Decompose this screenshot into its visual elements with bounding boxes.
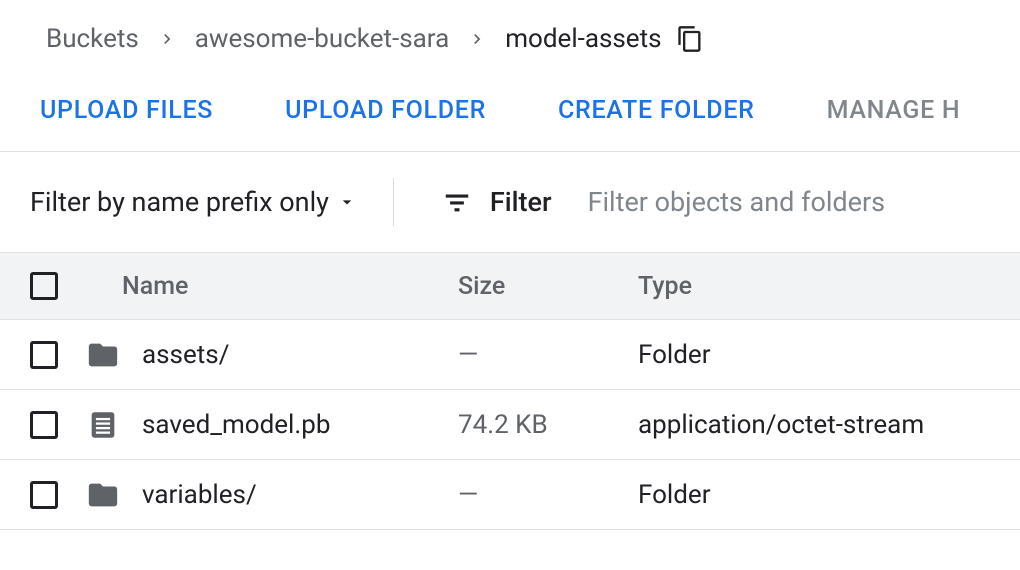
filter-prefix-dropdown[interactable]: Filter by name prefix only bbox=[30, 186, 357, 218]
table-header: Name Size Type bbox=[0, 252, 1020, 320]
upload-files-button[interactable]: UPLOAD FILES bbox=[40, 96, 213, 125]
breadcrumb-root[interactable]: Buckets bbox=[46, 24, 139, 54]
chevron-right-icon bbox=[467, 29, 487, 49]
vertical-divider bbox=[393, 178, 394, 226]
table-row[interactable]: variables/ — Folder bbox=[0, 460, 1020, 530]
filter-icon bbox=[442, 187, 472, 217]
filter-bar: Filter by name prefix only Filter bbox=[0, 152, 1020, 252]
item-size: — bbox=[458, 480, 638, 510]
folder-icon bbox=[86, 478, 120, 512]
select-all-checkbox[interactable] bbox=[30, 272, 58, 300]
column-header-name[interactable]: Name bbox=[86, 272, 458, 301]
objects-table: Name Size Type assets/ — Folder saved_mo… bbox=[0, 252, 1020, 530]
item-size: 74.2 KB bbox=[458, 410, 638, 440]
item-size: — bbox=[458, 340, 638, 370]
column-header-size[interactable]: Size bbox=[458, 272, 638, 301]
filter-input[interactable] bbox=[588, 186, 948, 218]
item-name[interactable]: saved_model.pb bbox=[142, 410, 330, 440]
file-icon bbox=[86, 408, 120, 442]
table-row[interactable]: saved_model.pb 74.2 KB application/octet… bbox=[0, 390, 1020, 460]
filter-prefix-label: Filter by name prefix only bbox=[30, 186, 329, 218]
table-row[interactable]: assets/ — Folder bbox=[0, 320, 1020, 390]
breadcrumb-bucket[interactable]: awesome-bucket-sara bbox=[195, 24, 449, 54]
folder-icon bbox=[86, 338, 120, 372]
filter-control[interactable]: Filter bbox=[442, 186, 552, 218]
dropdown-arrow-icon bbox=[337, 192, 357, 212]
manage-holds-button[interactable]: MANAGE H bbox=[827, 96, 961, 125]
action-toolbar: UPLOAD FILES UPLOAD FOLDER CREATE FOLDER… bbox=[0, 78, 1020, 151]
row-checkbox[interactable] bbox=[30, 411, 58, 439]
breadcrumb: Buckets awesome-bucket-sara model-assets bbox=[0, 0, 1020, 78]
item-name[interactable]: assets/ bbox=[142, 340, 229, 370]
column-header-type[interactable]: Type bbox=[638, 272, 1020, 301]
copy-icon[interactable] bbox=[676, 25, 704, 53]
item-name[interactable]: variables/ bbox=[142, 480, 257, 510]
upload-folder-button[interactable]: UPLOAD FOLDER bbox=[285, 96, 486, 125]
item-type: Folder bbox=[638, 480, 1020, 510]
item-type: Folder bbox=[638, 340, 1020, 370]
chevron-right-icon bbox=[157, 29, 177, 49]
item-type: application/octet-stream bbox=[638, 410, 1020, 440]
create-folder-button[interactable]: CREATE FOLDER bbox=[558, 96, 755, 125]
filter-label: Filter bbox=[490, 186, 552, 218]
breadcrumb-current: model-assets bbox=[505, 24, 661, 54]
row-checkbox[interactable] bbox=[30, 481, 58, 509]
row-checkbox[interactable] bbox=[30, 341, 58, 369]
